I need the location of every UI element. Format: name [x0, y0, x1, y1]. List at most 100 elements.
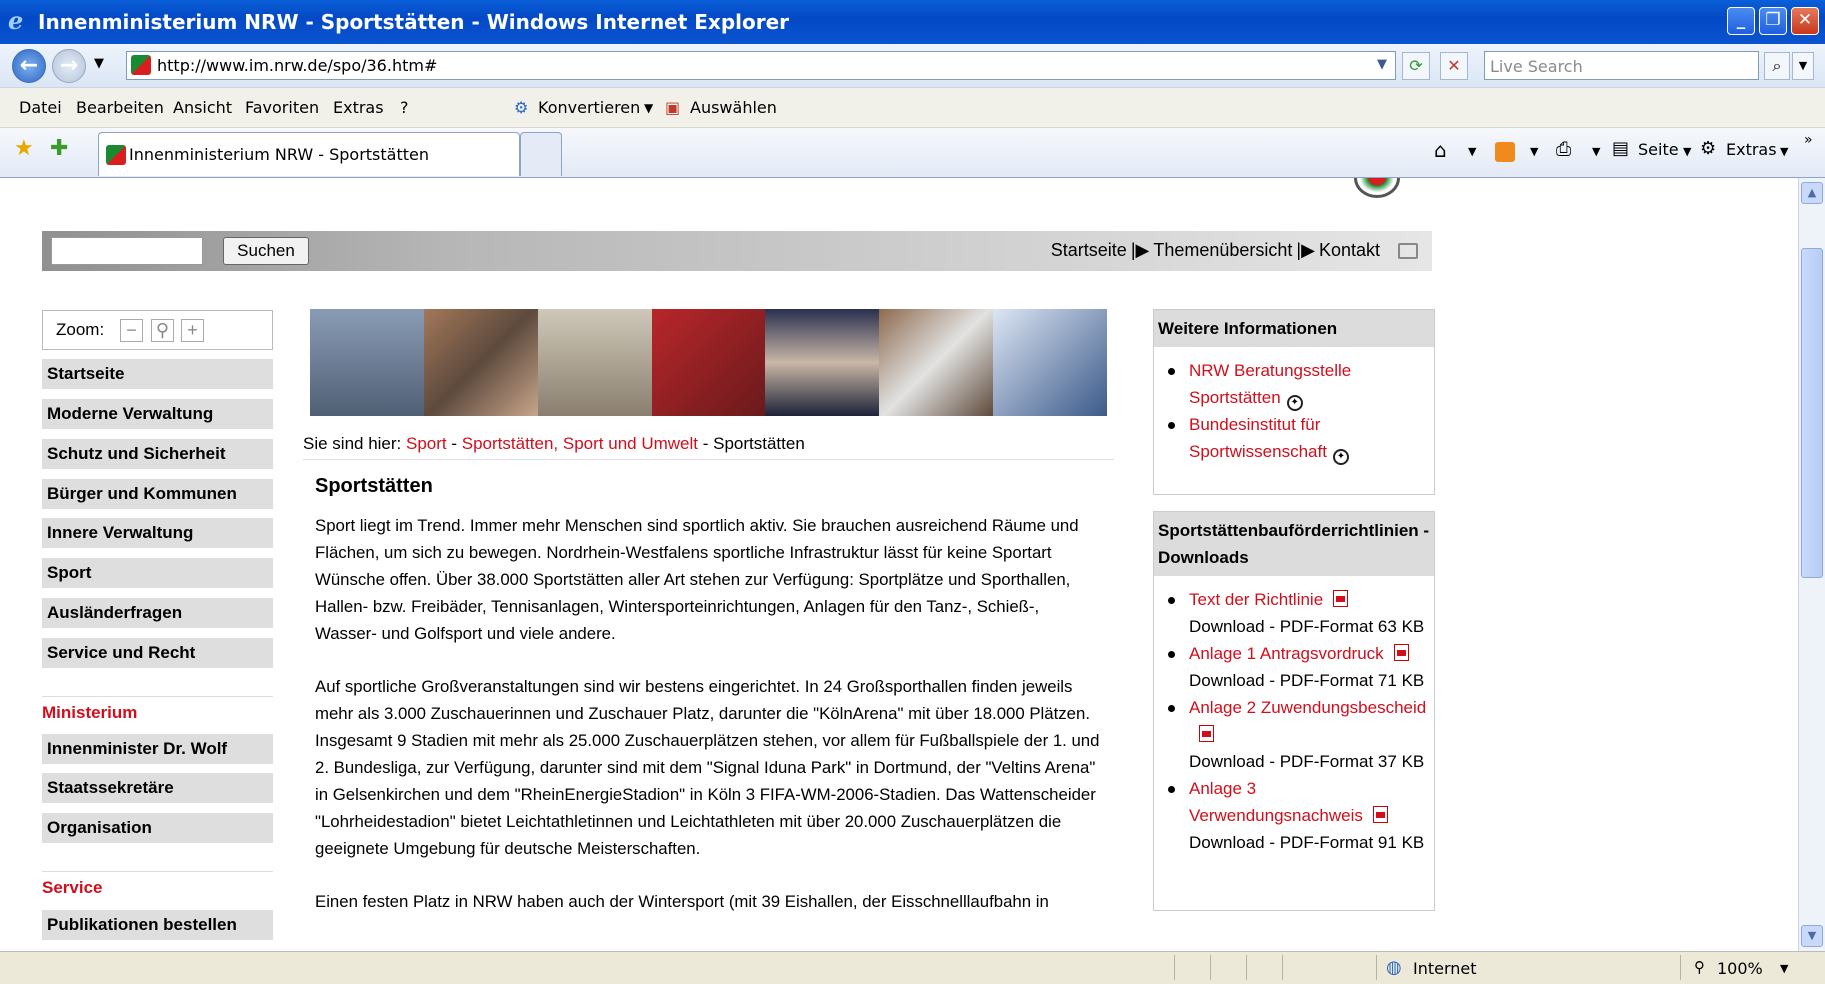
downloads-box-title: Sportstättenbauförderrichtlinien - Downl… — [1154, 512, 1434, 576]
search-options-icon[interactable]: ▼ — [1792, 52, 1814, 80]
nav-buerger-kommunen[interactable]: Bürger und Kommunen — [42, 479, 273, 509]
site-search-input[interactable] — [51, 237, 203, 265]
link-nrw-beratungsstelle[interactable]: NRW Beratungsstelle Sportstätten — [1189, 361, 1351, 407]
download-info: Download - PDF-Format 91 KB — [1189, 833, 1425, 852]
search-icon[interactable]: ⌕ — [1764, 52, 1790, 80]
nav-service-recht[interactable]: Service und Recht — [42, 638, 273, 668]
close-button[interactable]: ✕ — [1791, 7, 1819, 35]
menu-datei[interactable]: Datei — [19, 98, 62, 117]
select-button[interactable]: Auswählen — [690, 98, 777, 117]
print-dropdown-icon[interactable]: ▼ — [1592, 145, 1600, 158]
article: Sportstätten Sport liegt im Trend. Immer… — [315, 475, 1105, 941]
downloads-box: Sportstättenbauförderrichtlinien - Downl… — [1153, 511, 1435, 911]
chevron-more-icon[interactable]: » — [1804, 132, 1813, 148]
menu-extras[interactable]: Extras — [333, 98, 384, 117]
page-menu-button[interactable]: Seite — [1638, 140, 1679, 159]
nrw-logo — [1354, 178, 1400, 198]
nav-auslaenderfragen[interactable]: Ausländerfragen — [42, 598, 273, 628]
toplink-kontakt[interactable]: Kontakt — [1319, 240, 1380, 260]
top-links: Startseite |▶ Themenübersicht |▶ Kontakt — [1050, 240, 1380, 260]
zoom-level[interactable]: 100% — [1717, 959, 1763, 978]
history-dropdown-icon[interactable]: ▼ — [94, 56, 104, 71]
page-dropdown-icon[interactable]: ▼ — [1683, 145, 1691, 158]
stop-button[interactable]: ✕ — [1440, 52, 1468, 80]
tab-favicon-icon — [106, 145, 126, 165]
window-title: Innenministerium NRW - Sportstätten - Wi… — [38, 10, 790, 34]
maximize-button[interactable]: ❐ — [1759, 7, 1787, 35]
download-link-richtlinie[interactable]: Text der Richtlinie — [1189, 590, 1323, 609]
print-page-icon[interactable] — [1398, 243, 1418, 259]
download-info: Download - PDF-Format 71 KB — [1189, 671, 1425, 690]
nav-schutz-sicherheit[interactable]: Schutz und Sicherheit — [42, 439, 273, 469]
extras-menu-button[interactable]: Extras — [1726, 140, 1777, 159]
feeds-icon[interactable] — [1495, 142, 1515, 162]
menu-bearbeiten[interactable]: Bearbeiten — [76, 98, 164, 117]
convert-dropdown-icon[interactable]: ▼ — [644, 101, 653, 115]
extras-dropdown-icon[interactable]: ▼ — [1780, 145, 1788, 158]
pdf-icon — [1393, 644, 1409, 661]
back-button[interactable]: ← — [12, 49, 46, 83]
menu-help[interactable]: ? — [400, 98, 409, 117]
zoom-icon: ⚲ — [1694, 958, 1705, 976]
zoom-dropdown-icon[interactable]: ▼ — [1780, 962, 1788, 975]
link-bundesinstitut[interactable]: Bundesinstitut für Sportwissenschaft — [1189, 415, 1327, 461]
favorites-tab-bar: ★ ✚ Innenministerium NRW - Sportstätten … — [0, 128, 1825, 178]
toplink-startseite[interactable]: Startseite — [1051, 240, 1127, 260]
breadcrumb-current: Sportstätten — [713, 434, 805, 453]
article-paragraph: Auf sportliche Großveranstaltungen sind … — [315, 677, 1100, 858]
download-link-anlage-2[interactable]: Anlage 2 Zuwendungsbescheid — [1189, 698, 1426, 717]
nav-startseite[interactable]: Startseite — [42, 359, 273, 389]
breadcrumb-link-sport[interactable]: Sport — [406, 434, 447, 453]
nav-innere-verwaltung[interactable]: Innere Verwaltung — [42, 518, 273, 548]
tab-active[interactable]: Innenministerium NRW - Sportstätten — [98, 132, 520, 176]
download-item: Text der Richtlinie Download - PDF-Format… — [1166, 586, 1434, 640]
pdf-icon — [1333, 590, 1349, 607]
nav-ministerium-heading: Ministerium — [42, 696, 273, 723]
nav-moderne-verwaltung[interactable]: Moderne Verwaltung — [42, 399, 273, 429]
toplink-themenuebersicht[interactable]: Themenübersicht — [1153, 240, 1292, 260]
menu-favoriten[interactable]: Favoriten — [245, 98, 319, 117]
favorites-star-icon[interactable]: ★ — [14, 136, 34, 161]
scroll-up-icon[interactable]: ▲ — [1801, 182, 1823, 204]
nav-sport[interactable]: Sport — [42, 558, 273, 588]
nav-organisation[interactable]: Organisation — [42, 813, 273, 843]
url-field[interactable]: http://www.im.nrw.de/spo/36.htm# ▼ — [126, 51, 1396, 80]
new-tab-button[interactable] — [520, 132, 562, 176]
article-paragraph: Sport liegt im Trend. Immer mehr Mensche… — [315, 516, 1079, 643]
nav-publikationen[interactable]: Publikationen bestellen — [42, 910, 273, 940]
download-link-anlage-1[interactable]: Anlage 1 Antragsvordruck — [1189, 644, 1384, 663]
title-bar: e Innenministerium NRW - Sportstätten - … — [0, 0, 1825, 44]
add-favorite-icon[interactable]: ✚ — [50, 136, 68, 161]
download-link-anlage-3[interactable]: Anlage 3 Verwendungsnachweis — [1189, 779, 1363, 825]
article-paragraph: Einen festen Platz in NRW haben auch der… — [315, 892, 1049, 911]
nav-innenminister[interactable]: Innenminister Dr. Wolf — [42, 734, 273, 764]
nav-staatssekretaere[interactable]: Staatssekretäre — [42, 773, 273, 803]
search-button[interactable]: Suchen — [223, 237, 309, 265]
zoom-in-icon[interactable]: + — [181, 319, 204, 342]
breadcrumb-link-sportstaetten-umwelt[interactable]: Sportstätten, Sport und Umwelt — [462, 434, 698, 453]
browser-window: e Innenministerium NRW - Sportstätten - … — [0, 0, 1825, 984]
internet-globe-icon: ◍ — [1386, 957, 1402, 978]
menu-bar: Datei Bearbeiten Ansicht Favoriten Extra… — [0, 88, 1825, 128]
ie-logo-icon: e — [8, 6, 24, 35]
home-icon[interactable]: ⌂ — [1434, 138, 1447, 162]
print-icon[interactable]: ⎙ — [1556, 138, 1571, 160]
forward-button[interactable]: → — [52, 49, 86, 83]
zoom-reset-icon[interactable]: ⚲ — [151, 319, 174, 342]
convert-button[interactable]: Konvertieren — [538, 98, 640, 117]
refresh-button[interactable]: ⟳ — [1402, 52, 1430, 80]
vertical-scrollbar[interactable]: ▲ ▼ — [1798, 178, 1825, 951]
breadcrumb-prefix: Sie sind hier: — [303, 434, 402, 453]
live-search-input[interactable]: Live Search — [1484, 51, 1759, 80]
url-dropdown-icon[interactable]: ▼ — [1377, 57, 1387, 72]
zoom-out-icon[interactable]: − — [120, 319, 143, 342]
minimize-button[interactable]: _ — [1727, 7, 1755, 35]
pdf-icon — [1372, 806, 1388, 823]
gear-icon: ⚙ — [1700, 138, 1717, 159]
address-bar: ← → ▼ http://www.im.nrw.de/spo/36.htm# ▼… — [0, 44, 1825, 88]
feeds-dropdown-icon[interactable]: ▼ — [1530, 145, 1538, 158]
scroll-down-icon[interactable]: ▼ — [1801, 925, 1823, 947]
home-dropdown-icon[interactable]: ▼ — [1468, 145, 1476, 158]
menu-ansicht[interactable]: Ansicht — [173, 98, 232, 117]
scroll-thumb[interactable] — [1801, 248, 1823, 578]
